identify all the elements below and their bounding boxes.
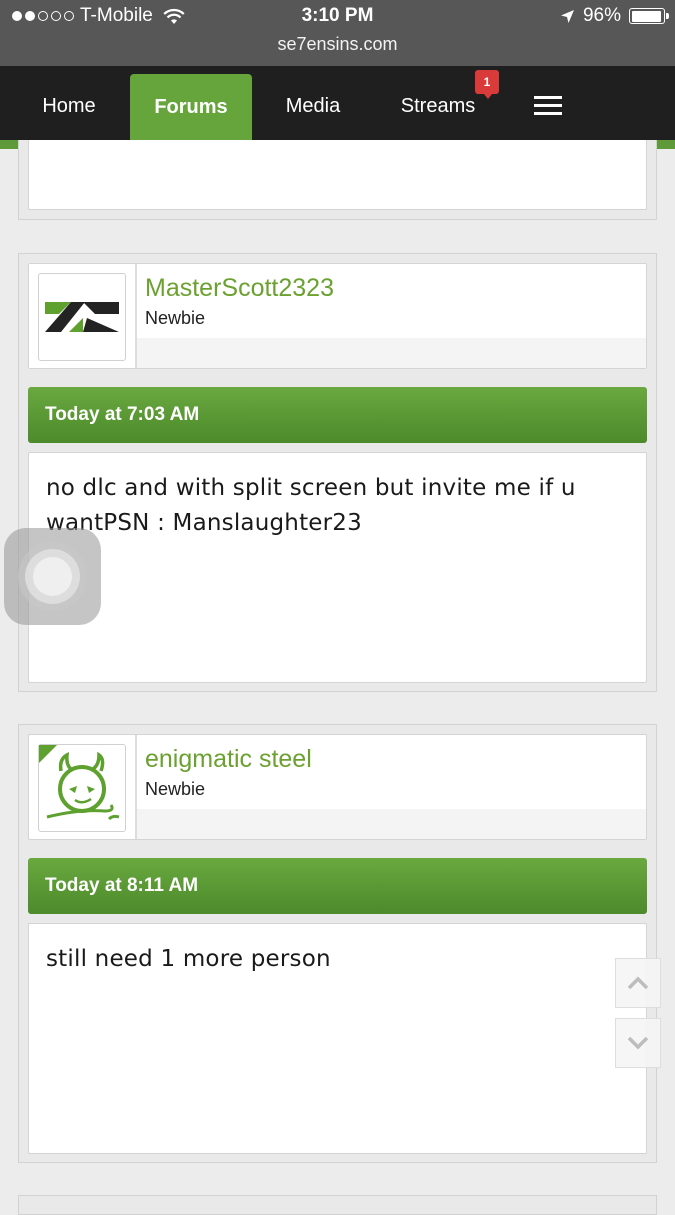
battery-fill	[631, 10, 662, 22]
avatar[interactable]	[38, 744, 126, 832]
main-nav: Home Forums Media Streams 1	[0, 66, 675, 140]
tab-streams[interactable]: Streams	[388, 66, 488, 140]
message-box: no dlc and with split screen but invite …	[28, 452, 647, 683]
post-message: no dlc and with split screen but invite …	[46, 475, 576, 536]
post-message: still need 1 more person	[46, 946, 331, 972]
location-arrow-icon	[560, 9, 574, 23]
message-box: still need 1 more person	[28, 923, 647, 1154]
forum-post: enigmatic steel Newbie Today at 8:11 AM …	[18, 724, 657, 1163]
user-title: Newbie	[145, 308, 206, 328]
avatar[interactable]	[38, 273, 126, 361]
user-info-box: enigmatic steel Newbie	[28, 734, 647, 840]
battery-percent: 96%	[582, 5, 621, 26]
scroll-down-button[interactable]	[615, 1018, 661, 1068]
previous-post-fragment	[18, 140, 657, 220]
username-link[interactable]: enigmatic steel	[145, 745, 312, 774]
tab-media[interactable]: Media	[270, 66, 356, 140]
post-date-bar[interactable]: Today at 7:03 AM	[28, 387, 647, 443]
tab-home[interactable]: Home	[24, 66, 114, 140]
status-bar: T-Mobile 3:10 PM 96% se7ensins.com	[0, 0, 675, 66]
user-info-footer	[137, 338, 646, 368]
battery-icon	[629, 8, 669, 24]
user-info-box: MasterScott2323 Newbie	[28, 263, 647, 369]
address-bar-url[interactable]: se7ensins.com	[0, 34, 675, 55]
forum-post: MasterScott2323 Newbie Today at 7:03 AM …	[18, 253, 657, 692]
assistive-touch-button[interactable]	[4, 528, 101, 625]
previous-message-box	[28, 140, 647, 210]
scroll-up-button[interactable]	[615, 958, 661, 1008]
battery-area: 96%	[560, 5, 669, 27]
devil-face-avatar-icon	[39, 745, 120, 821]
post-date-bar[interactable]: Today at 8:11 AM	[28, 858, 647, 914]
chevron-down-icon	[627, 1036, 649, 1050]
username-link[interactable]: MasterScott2323	[145, 274, 334, 303]
tab-forums[interactable]: Forums	[130, 74, 252, 140]
next-post-fragment	[18, 1195, 657, 1215]
streams-notification-badge: 1	[475, 70, 499, 99]
user-title: Newbie	[145, 779, 206, 799]
user-info-footer	[137, 809, 646, 839]
zx-logo-avatar-icon	[45, 302, 119, 332]
hamburger-menu-icon[interactable]	[534, 96, 562, 116]
chevron-up-icon	[627, 976, 649, 990]
